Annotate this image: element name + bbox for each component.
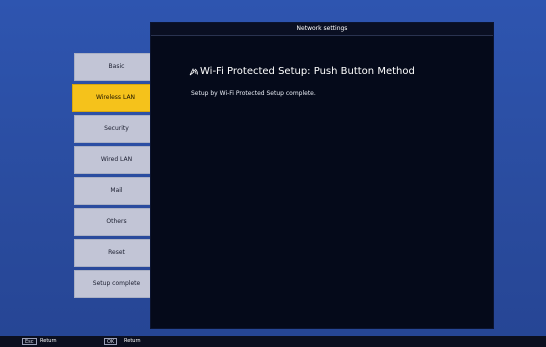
sidebar-item-security[interactable]: Security [74, 115, 158, 143]
sidebar-item-others[interactable]: Others [74, 208, 158, 236]
ok-key-badge[interactable]: OK [104, 338, 118, 345]
sidebar-item-basic[interactable]: Basic [74, 53, 158, 81]
section-heading: Wi-Fi Protected Setup: Push Button Metho… [188, 66, 415, 77]
section-heading-text: Wi-Fi Protected Setup: Push Button Metho… [200, 66, 415, 77]
sidebar-item-label: Wireless LAN [95, 94, 136, 101]
wifi-push-icon [188, 67, 198, 77]
sidebar-item-label: Mail [110, 187, 123, 194]
footer-return-label: Return [40, 338, 57, 344]
sidebar-item-label: Security [104, 125, 129, 132]
sidebar-item-label: Wired LAN [100, 156, 133, 163]
sidebar-item-reset[interactable]: Reset [74, 239, 158, 267]
sidebar-item-label: Setup complete [92, 280, 141, 287]
sidebar-item-label: Reset [108, 249, 125, 256]
sidebar-item-mail[interactable]: Mail [74, 177, 158, 205]
footer-return-label-2: Return [124, 338, 141, 344]
esc-key-badge[interactable]: Esc [22, 338, 37, 345]
footer-bar: Esc Return OK Return [0, 336, 546, 347]
sidebar-item-setup-complete[interactable]: Setup complete [74, 270, 158, 298]
sidebar-item-label: Basic [108, 63, 125, 70]
sidebar-item-label: Others [106, 218, 127, 225]
sidebar-item-wired-lan[interactable]: Wired LAN [74, 146, 158, 174]
projector-menu-screen: Basic Wireless LAN Security Wired LAN Ma… [0, 0, 546, 347]
sidebar-item-wireless-lan[interactable]: Wireless LAN [72, 84, 158, 112]
network-settings-panel: Network settings Wi-Fi Protected Setup: … [150, 22, 494, 329]
status-message: Setup by Wi-Fi Protected Setup complete. [191, 90, 316, 97]
panel-title: Network settings [151, 23, 493, 36]
